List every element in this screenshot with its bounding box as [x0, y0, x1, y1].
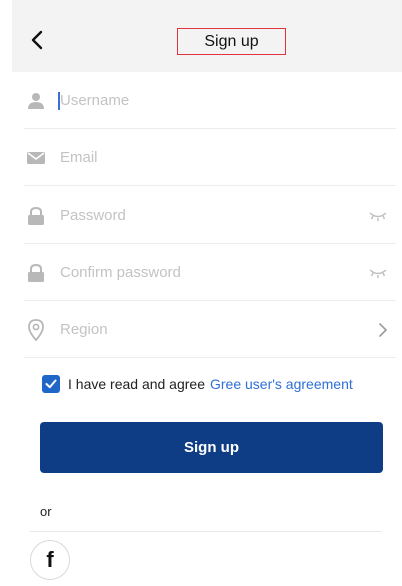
- or-label: or: [40, 504, 52, 519]
- email-input[interactable]: [60, 142, 396, 173]
- confirm-password-input[interactable]: [60, 257, 396, 288]
- facebook-icon: f: [46, 547, 54, 572]
- region-select[interactable]: [60, 314, 396, 345]
- chevron-right-icon: [379, 322, 388, 337]
- page-title: Sign up: [177, 28, 286, 55]
- facebook-login-button[interactable]: f: [30, 540, 70, 580]
- location-pin-icon: [24, 318, 48, 342]
- mail-icon: [24, 146, 48, 170]
- password-input[interactable]: [60, 200, 396, 231]
- region-row[interactable]: [24, 302, 396, 358]
- confirm-visibility-toggle[interactable]: [368, 245, 388, 300]
- eye-closed-icon: [369, 211, 387, 221]
- password-visibility-toggle[interactable]: [368, 188, 388, 243]
- lock-icon: [24, 261, 48, 285]
- agreement-row: I have read and agree Gree user's agreem…: [42, 372, 353, 396]
- confirm-password-row: [24, 245, 396, 301]
- agreement-text: I have read and agree: [68, 376, 205, 392]
- back-button[interactable]: [28, 28, 48, 52]
- email-row: [24, 130, 396, 186]
- password-row: [24, 188, 396, 244]
- checkmark-icon: [45, 379, 57, 389]
- username-input[interactable]: [60, 85, 396, 116]
- divider: [30, 531, 382, 532]
- agreement-link[interactable]: Gree user's agreement: [210, 376, 353, 392]
- username-row: [24, 73, 396, 129]
- agreement-checkbox[interactable]: [42, 375, 60, 393]
- user-icon: [24, 89, 48, 113]
- eye-closed-icon: [369, 268, 387, 278]
- chevron-left-icon: [31, 30, 43, 50]
- header-bar: Sign up: [12, 0, 402, 72]
- lock-icon: [24, 204, 48, 228]
- signup-screen: Sign up Username Email Region I have rea…: [0, 0, 402, 586]
- text-cursor: [58, 92, 60, 110]
- signup-button[interactable]: Sign up: [40, 422, 383, 473]
- region-chevron: [378, 302, 388, 357]
